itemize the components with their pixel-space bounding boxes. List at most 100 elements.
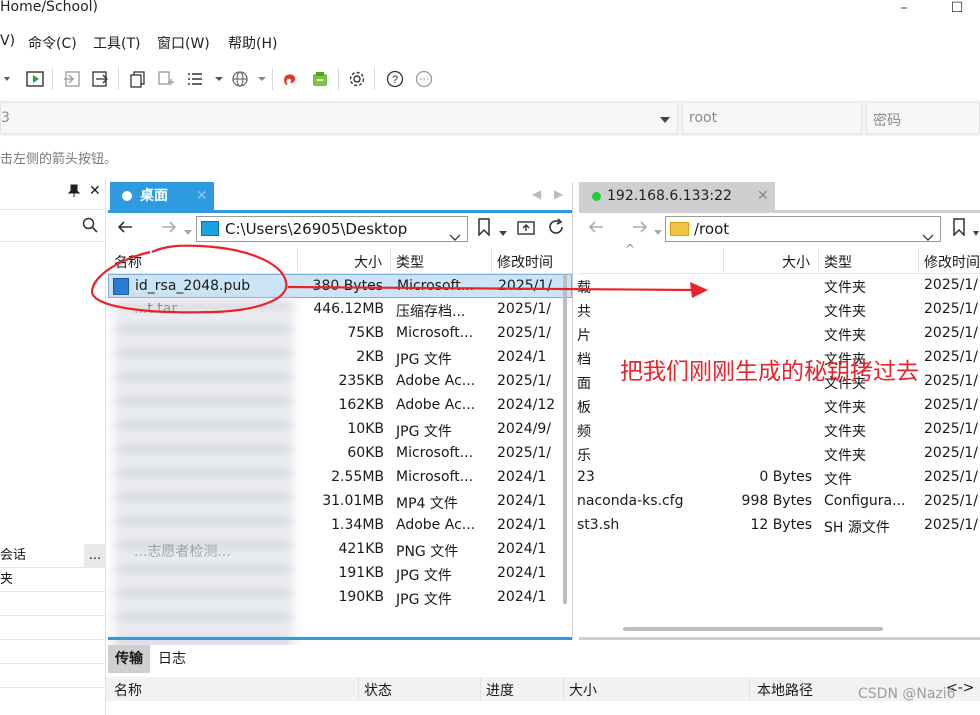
local-scrollbar[interactable] [563, 274, 567, 604]
settings-icon[interactable] [346, 68, 368, 90]
more-button[interactable]: ... [84, 544, 106, 568]
tab-close-icon[interactable]: ✕ [757, 182, 769, 210]
username-input[interactable]: root [682, 102, 862, 134]
forward-icon[interactable] [631, 219, 649, 239]
list-icon[interactable] [184, 68, 206, 90]
globe-dropdown-icon[interactable] [251, 68, 273, 90]
host-input[interactable]: 3 [0, 102, 678, 134]
close-icon[interactable]: ✕ [89, 183, 101, 199]
refresh-icon[interactable] [546, 217, 566, 241]
col-modified[interactable]: 修改时间 [497, 252, 553, 272]
back-icon[interactable] [587, 219, 605, 239]
folder-row[interactable]: 夹 [0, 568, 106, 592]
tab-next-icon[interactable]: ▶ [554, 187, 563, 201]
col-type[interactable]: 类型 [396, 252, 424, 272]
host-dropdown-icon[interactable] [659, 113, 671, 129]
session-out-icon[interactable] [89, 68, 111, 90]
bookmark-dropdown-icon[interactable] [499, 225, 507, 241]
col-status[interactable]: 状态 [364, 680, 392, 700]
list-dropdown-icon[interactable] [208, 68, 230, 90]
tab-prev-icon[interactable]: ◀ [532, 187, 541, 201]
history-dropdown-icon[interactable] [184, 224, 192, 240]
chat-icon[interactable] [413, 68, 435, 90]
maximize-button[interactable]: ☐ [944, 0, 970, 20]
table-row[interactable]: id_rsa_2048.pub 380 Bytes Microsoft... 2025… [108, 274, 572, 298]
menu-window[interactable]: 窗口(W) [157, 33, 210, 53]
tab-close-icon[interactable]: ✕ [196, 182, 208, 210]
col-size[interactable]: 大小 [782, 252, 810, 272]
path-dropdown-icon[interactable] [922, 225, 934, 249]
col-size[interactable]: 大小 [354, 252, 382, 272]
password-input[interactable]: 密码 [866, 102, 980, 134]
col-name[interactable]: 名称 [114, 252, 142, 272]
menu-command[interactable]: 命令(C) [28, 33, 77, 53]
menu-tools[interactable]: 工具(T) [93, 33, 140, 53]
table-row[interactable]: 频 文件夹 2025/1/ [577, 418, 980, 442]
cell-size: 12 Bytes [750, 517, 812, 533]
path-dropdown-icon[interactable] [449, 225, 461, 249]
arrow-dropdown-icon[interactable] [0, 68, 22, 90]
tab-log[interactable]: 日志 [158, 645, 186, 673]
back-icon[interactable] [116, 219, 134, 239]
cell-name: naconda-ks.cfg [577, 493, 684, 509]
col-size[interactable]: 大小 [569, 680, 597, 700]
parent-folder-icon[interactable] [516, 218, 536, 240]
local-path-bar: C:\Users\26905\Desktop [108, 214, 572, 244]
col-name[interactable]: 名称 [114, 680, 142, 700]
forward-icon[interactable] [160, 219, 178, 239]
session-in-icon[interactable] [61, 68, 83, 90]
minimize-button[interactable]: – [891, 0, 917, 20]
table-row[interactable]: st3.sh 12 Bytes SH 源文件 2025/1/ [577, 514, 980, 538]
copy-add-icon[interactable] [155, 68, 177, 90]
sessions-row[interactable]: 会话 ... [0, 544, 106, 568]
tab-remote-host[interactable]: 192.168.6.133:22 ✕ [579, 182, 775, 210]
table-row[interactable]: 23 0 Bytes 文件 2025/1/ [577, 466, 980, 490]
local-column-header: 名称 大小 类型 修改时间 [108, 248, 572, 274]
cell-type: Adobe Ac... [396, 373, 476, 389]
bookmark-dropdown-icon[interactable] [973, 225, 979, 241]
remote-h-scrollbar[interactable] [623, 627, 883, 631]
table-row[interactable]: 板 文件夹 2025/1/ [577, 394, 980, 418]
tab-transfer[interactable]: 传输 [108, 645, 150, 673]
menu-view[interactable]: V) [0, 33, 15, 49]
col-type[interactable]: 类型 [824, 252, 852, 272]
folder-icon [670, 222, 689, 236]
table-row[interactable]: naconda-ks.cfg 998 Bytes Configura... 2025/… [577, 490, 980, 514]
remote-path-input[interactable]: /root [665, 216, 941, 242]
col-progress[interactable]: 进度 [486, 680, 514, 700]
session-sidebar: ✕ 会话 ... 夹 [0, 178, 106, 715]
pin-icon[interactable] [67, 184, 81, 201]
sidebar-search[interactable] [0, 210, 106, 242]
cell-date: 2025/1/ [924, 421, 978, 437]
bookmark-icon[interactable] [951, 218, 967, 240]
cell-date: 2025/1/ [924, 301, 978, 317]
cell-type: Microsoft... [396, 469, 474, 485]
copy-icon[interactable] [127, 68, 149, 90]
search-icon[interactable] [82, 217, 98, 237]
local-path-input[interactable]: C:\Users\26905\Desktop [196, 216, 468, 242]
col-local-path[interactable]: 本地路径 [757, 680, 813, 700]
tab-desktop[interactable]: 桌面 ✕ [110, 182, 214, 210]
run-icon[interactable] [24, 68, 46, 90]
table-row[interactable]: 共 文件夹 2025/1/ [577, 298, 980, 322]
cell-date: 2024/12 [497, 397, 556, 413]
globe-icon[interactable] [229, 68, 251, 90]
tab-underline [108, 210, 572, 213]
xshell-icon[interactable] [280, 68, 302, 90]
table-row[interactable]: 载 文件夹 2025/1/ [577, 274, 980, 298]
desktop-icon [201, 221, 219, 236]
sidebar-empty-row [0, 592, 106, 616]
bookmark-icon[interactable] [476, 218, 492, 240]
history-dropdown-icon[interactable] [654, 224, 662, 240]
table-row[interactable]: 乐 文件夹 2025/1/ [577, 442, 980, 466]
help-icon[interactable]: ? [384, 68, 406, 90]
tab-dot-icon [122, 191, 132, 201]
cell-type: JPG 文件 [396, 568, 452, 584]
cell-name: 载 [577, 280, 591, 296]
col-modified[interactable]: 修改时间 [924, 252, 980, 272]
cell-size: 190KB [338, 589, 384, 605]
table-row[interactable]: 片 文件夹 2025/1/ [577, 322, 980, 346]
sort-up-icon[interactable]: ^ [625, 242, 635, 256]
menu-help[interactable]: 帮助(H) [228, 33, 277, 53]
xftp-icon[interactable] [309, 68, 331, 90]
